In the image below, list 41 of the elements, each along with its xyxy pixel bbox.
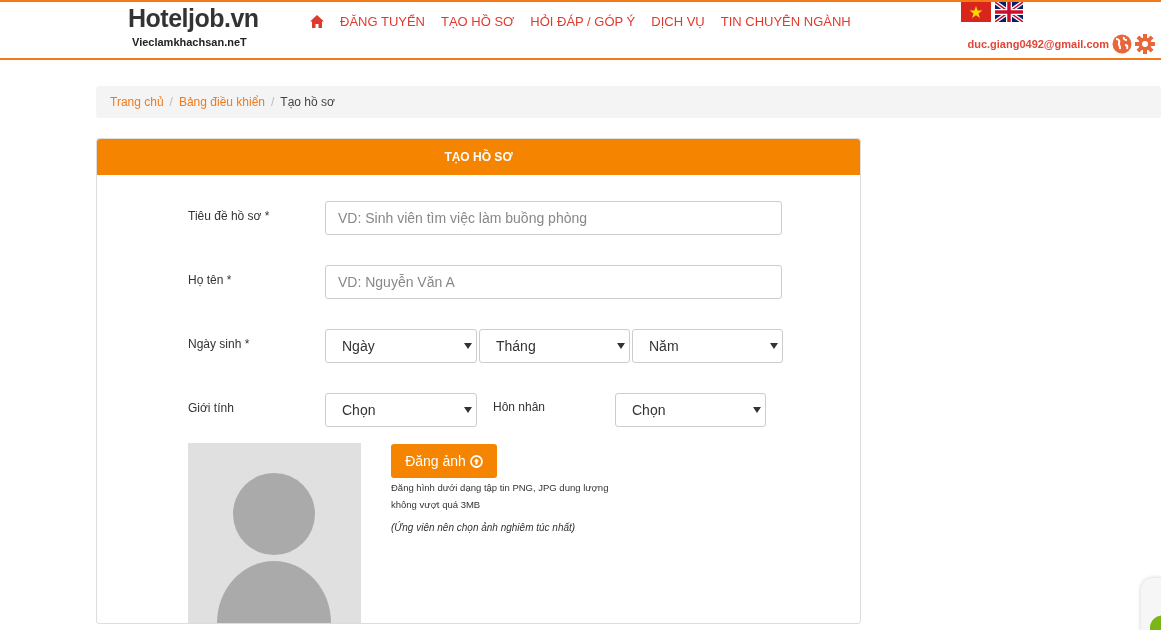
logo-tagline: Vieclamkhachsan.neT (132, 36, 247, 48)
logo[interactable]: Hoteljob.vn (128, 4, 259, 33)
breadcrumb-link[interactable]: Bảng điều khiển (178, 95, 265, 109)
nav-link[interactable]: DỊCH VỤ (651, 14, 705, 29)
settings-icon[interactable] (1135, 34, 1155, 54)
field-label: Ngày sinh * (188, 336, 251, 351)
caret-icon (617, 343, 625, 349)
caret-icon (753, 407, 761, 413)
dropdown[interactable]: Chọn (615, 393, 766, 427)
upload-note: (Ứng viên nên chọn ảnh nghiêm túc nhất) (391, 522, 577, 533)
field-label: Tiêu đề hồ sơ * (188, 208, 271, 223)
upload-icon (469, 454, 483, 468)
input-field[interactable]: VD: Sinh viên tìm việc làm buồng phòng (325, 201, 782, 235)
caret-icon (770, 343, 778, 349)
caret-icon (464, 343, 472, 349)
nav-link[interactable]: TẠO HỒ SƠ (441, 14, 515, 29)
field-label: Giới tính (188, 400, 235, 415)
uk-flag-icon[interactable] (995, 2, 1023, 22)
breadcrumb-separator: / (271, 95, 275, 109)
dropdown[interactable]: Năm (632, 329, 783, 363)
nav-link[interactable]: TIN CHUYÊN NGÀNH (720, 14, 851, 29)
upload-photo-button[interactable]: Đăng ảnh (391, 444, 497, 478)
nav-link[interactable]: ĐĂNG TUYỂN (340, 14, 425, 29)
field-label: Họ tên * (188, 272, 233, 287)
breadcrumb-link[interactable]: Trang chủ (110, 95, 164, 109)
user-email[interactable]: duc.giang0492@gmail.com (967, 38, 1109, 50)
input-field[interactable]: VD: Nguyễn Văn A (325, 265, 782, 299)
breadcrumb-current: Tạo hồ sơ (280, 95, 335, 109)
dropdown[interactable]: Tháng (479, 329, 630, 363)
globe-icon[interactable] (1112, 34, 1132, 54)
dropdown[interactable]: Ngày (325, 329, 477, 363)
caret-icon (464, 407, 472, 413)
breadcrumb-separator: / (169, 95, 173, 109)
dropdown[interactable]: Chọn (325, 393, 477, 427)
panel-title: TẠO HỒ SƠ (97, 139, 860, 175)
nav-link[interactable]: HỎI ĐÁP / GÓP Ý (530, 14, 636, 29)
upload-hint: Đăng hình dưới dạng tập tin PNG, JPG dung lượng không vượt quá 3MB (391, 481, 610, 512)
home-link[interactable] (310, 15, 324, 28)
field-label: Hôn nhân (492, 399, 547, 414)
home-icon (310, 15, 324, 28)
vietnam-flag-icon[interactable] (961, 2, 991, 22)
